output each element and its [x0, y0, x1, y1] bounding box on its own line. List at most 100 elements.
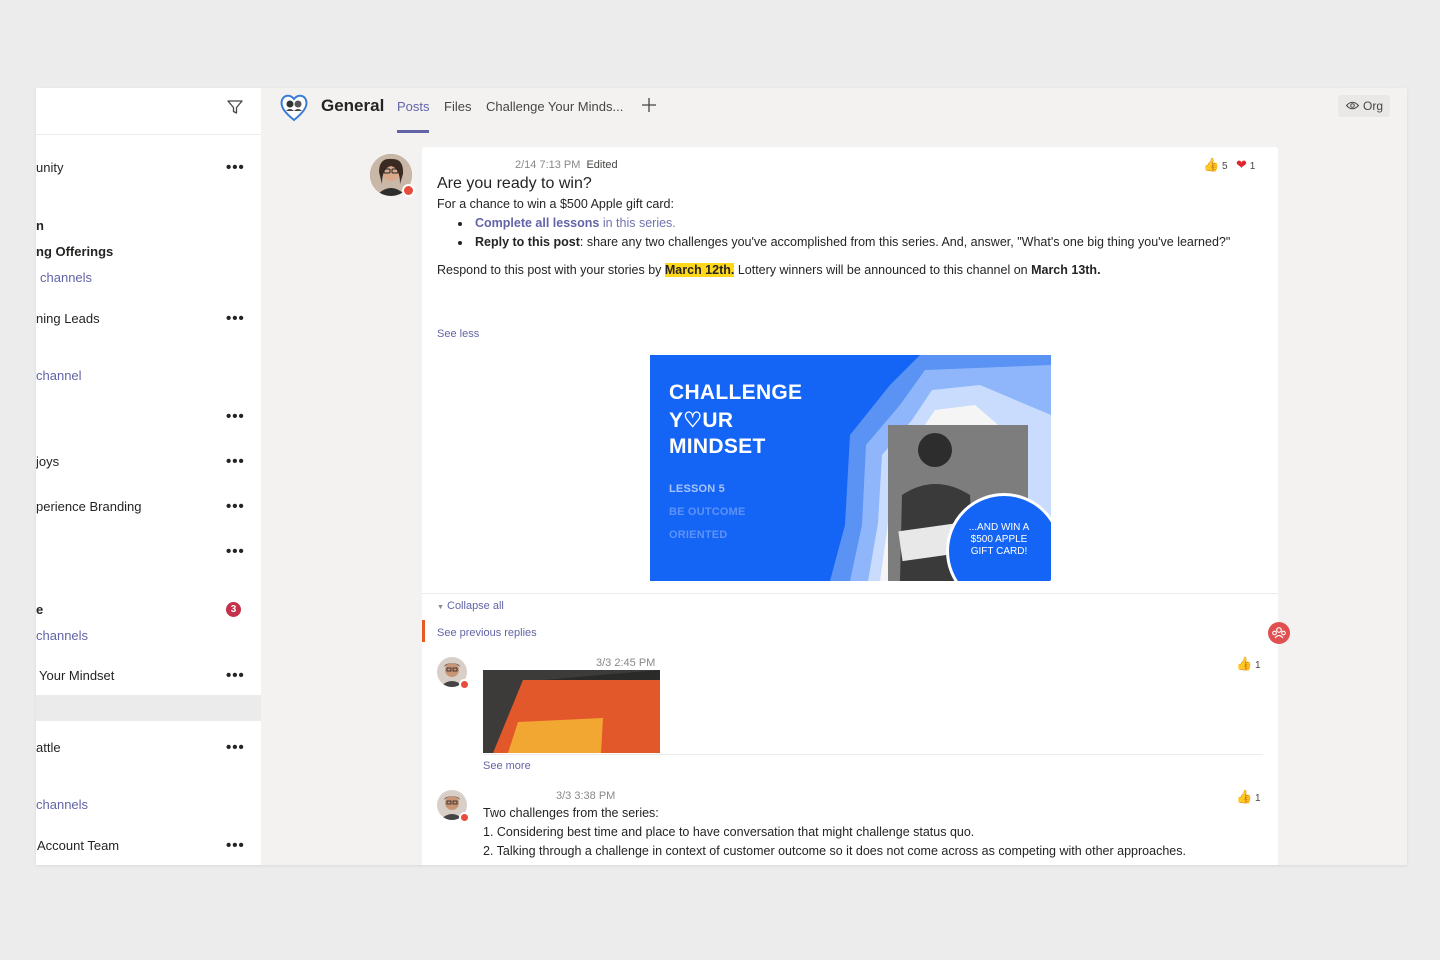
thumbs-up-icon: 👍 — [1236, 789, 1253, 804]
sidebar-item-hidden-channels[interactable]: channels — [36, 794, 261, 816]
channel-sidebar: unity ••• n ng Offerings channels ning Le… — [36, 88, 261, 865]
sidebar-item[interactable]: ••• — [36, 406, 261, 428]
heart-reaction[interactable]: ❤ 1 — [1236, 157, 1255, 173]
filter-icon[interactable] — [226, 98, 244, 116]
heart-count: 1 — [1249, 161, 1256, 172]
sidebar-item-hidden-channels[interactable]: channels — [36, 625, 261, 647]
banner-subtitle: BE OUTCOME — [669, 506, 746, 518]
replies-section: ▼ Collapse all See previous replies 3/3 … — [422, 593, 1278, 865]
bullet-icon — [458, 222, 462, 226]
challenge-banner-image[interactable]: CHALLENGE Y♡UR MINDSET LESSON 5 BE OUTCO… — [650, 355, 1051, 581]
post-intro: For a chance to win a $500 Apple gift ca… — [437, 197, 674, 211]
banner-subtitle: ORIENTED — [669, 529, 728, 541]
announce-date: March 13th. — [1031, 263, 1101, 277]
more-options-icon[interactable]: ••• — [226, 835, 245, 857]
channel-title: General — [321, 96, 385, 115]
sidebar-item[interactable]: attle ••• — [36, 737, 261, 759]
sidebar-item-label: e — [36, 602, 44, 617]
post-meta: 2/14 7:13 PM Edited — [515, 159, 618, 171]
thumbs-up-icon: 👍 — [1203, 157, 1220, 172]
sidebar-item-label: ng Offerings — [36, 244, 114, 259]
see-previous-replies-link[interactable]: See previous replies — [437, 627, 537, 639]
reply-photo[interactable] — [483, 670, 660, 753]
active-tab-indicator — [397, 130, 429, 133]
sidebar-item-label: unity — [36, 160, 64, 175]
org-button[interactable]: Org — [1338, 95, 1390, 117]
tab-posts[interactable]: Posts — [397, 99, 430, 114]
highlighted-date: March 12th. — [664, 263, 735, 277]
more-options-icon[interactable]: ••• — [226, 541, 245, 563]
reply-timestamp: 3/3 3:38 PM — [556, 790, 616, 802]
reply-text-line: 2. Talking through a challenge in contex… — [483, 844, 1186, 858]
unread-indicator — [422, 620, 425, 642]
sidebar-item-selected[interactable] — [36, 695, 261, 721]
more-options-icon[interactable]: ••• — [226, 157, 245, 179]
teams-window: unity ••• n ng Offerings channels ning Le… — [36, 88, 1407, 865]
complete-lessons-link[interactable]: Complete all lessons — [475, 216, 599, 230]
more-options-icon[interactable]: ••• — [226, 665, 245, 687]
sidebar-item-label: Account Team — [37, 838, 120, 853]
app-launcher-icon[interactable] — [1268, 622, 1290, 644]
org-label: Org — [1363, 99, 1384, 113]
collapse-all-button[interactable]: ▼ Collapse all — [437, 600, 504, 612]
post-card: 2/14 7:13 PM Edited 👍 5 ❤ 1 Are you ready… — [422, 147, 1278, 865]
presence-badge — [459, 679, 470, 690]
more-options-icon[interactable]: ••• — [226, 496, 245, 518]
sidebar-header — [36, 88, 261, 135]
banner-title-line: MINDSET — [669, 435, 766, 458]
like-count: 5 — [1221, 161, 1228, 172]
sidebar-item-label: channels — [36, 797, 89, 812]
people-icon — [1272, 627, 1286, 639]
banner-circle-text: ...AND WIN A $500 APPLE GIFT CARD! — [968, 522, 1030, 557]
see-less-link[interactable]: See less — [437, 328, 479, 340]
bullet-text: : share any two challenges you've accomp… — [579, 235, 1231, 249]
like-reaction[interactable]: 👍 1 — [1236, 656, 1261, 672]
heart-icon: ❤ — [1236, 157, 1247, 172]
divider — [483, 754, 1263, 755]
bullet-item: Complete all lessons in this series. — [475, 216, 676, 230]
post-respond-line: Respond to this post with your stories b… — [437, 263, 1101, 277]
sidebar-item[interactable]: ng Offerings — [36, 241, 261, 263]
more-options-icon[interactable]: ••• — [226, 737, 245, 759]
sidebar-item[interactable]: Account Team ••• — [36, 835, 261, 857]
reply-text-line: 1. Considering best time and place to ha… — [483, 825, 975, 839]
post-body: 2/14 7:13 PM Edited 👍 5 ❤ 1 Are you ready… — [422, 147, 1278, 593]
sidebar-item-label: Your Mindset — [39, 668, 115, 683]
edited-label: Edited — [586, 159, 618, 171]
bullet-bold: Reply to this post — [475, 235, 580, 249]
like-reaction[interactable]: 👍 1 — [1236, 789, 1261, 805]
sidebar-item-label: n — [36, 218, 44, 233]
unread-badge: 3 — [226, 602, 241, 617]
channel-header: General Posts Files Challenge Your Minds… — [261, 88, 1407, 134]
sidebar-item-label: channels — [36, 628, 89, 643]
see-more-link[interactable]: See more — [483, 760, 531, 772]
banner-title-line: CHALLENGE — [669, 381, 803, 404]
bullet-icon — [458, 241, 462, 245]
sidebar-item-label: channel — [36, 368, 82, 383]
bullet-text: in this series. — [599, 216, 676, 230]
sidebar-item-hidden-channels[interactable]: channel — [36, 365, 261, 387]
sidebar-item-label: channels — [40, 270, 93, 285]
sidebar-item[interactable]: Your Mindset ••• — [36, 665, 261, 687]
sidebar-item[interactable]: ••• — [36, 541, 261, 563]
tab-challenge-your-minds[interactable]: Challenge Your Minds... — [486, 99, 623, 114]
more-options-icon[interactable]: ••• — [226, 451, 245, 473]
sidebar-item[interactable]: unity ••• — [36, 157, 261, 179]
post-timestamp: 2/14 7:13 PM — [515, 159, 581, 171]
more-options-icon[interactable]: ••• — [226, 308, 245, 330]
sidebar-item[interactable]: joys ••• — [36, 451, 261, 473]
sidebar-item[interactable]: n — [36, 215, 261, 237]
like-reaction[interactable]: 👍 5 — [1203, 157, 1228, 173]
sidebar-item[interactable]: perience Branding ••• — [36, 496, 261, 518]
sidebar-item[interactable]: e3 — [36, 599, 261, 621]
tab-files[interactable]: Files — [444, 99, 471, 114]
more-options-icon[interactable]: ••• — [226, 406, 245, 428]
chevron-down-icon: ▼ — [437, 604, 444, 611]
banner-lesson: LESSON 5 — [669, 483, 726, 495]
collapse-all-label: Collapse all — [447, 600, 504, 612]
sidebar-item-hidden-channels[interactable]: channels — [36, 267, 261, 289]
post-title: Are you ready to win? — [437, 175, 592, 192]
sidebar-item[interactable]: ning Leads ••• — [36, 308, 261, 330]
add-tab-icon[interactable] — [641, 97, 657, 113]
sidebar-item-label: joys — [36, 454, 60, 469]
